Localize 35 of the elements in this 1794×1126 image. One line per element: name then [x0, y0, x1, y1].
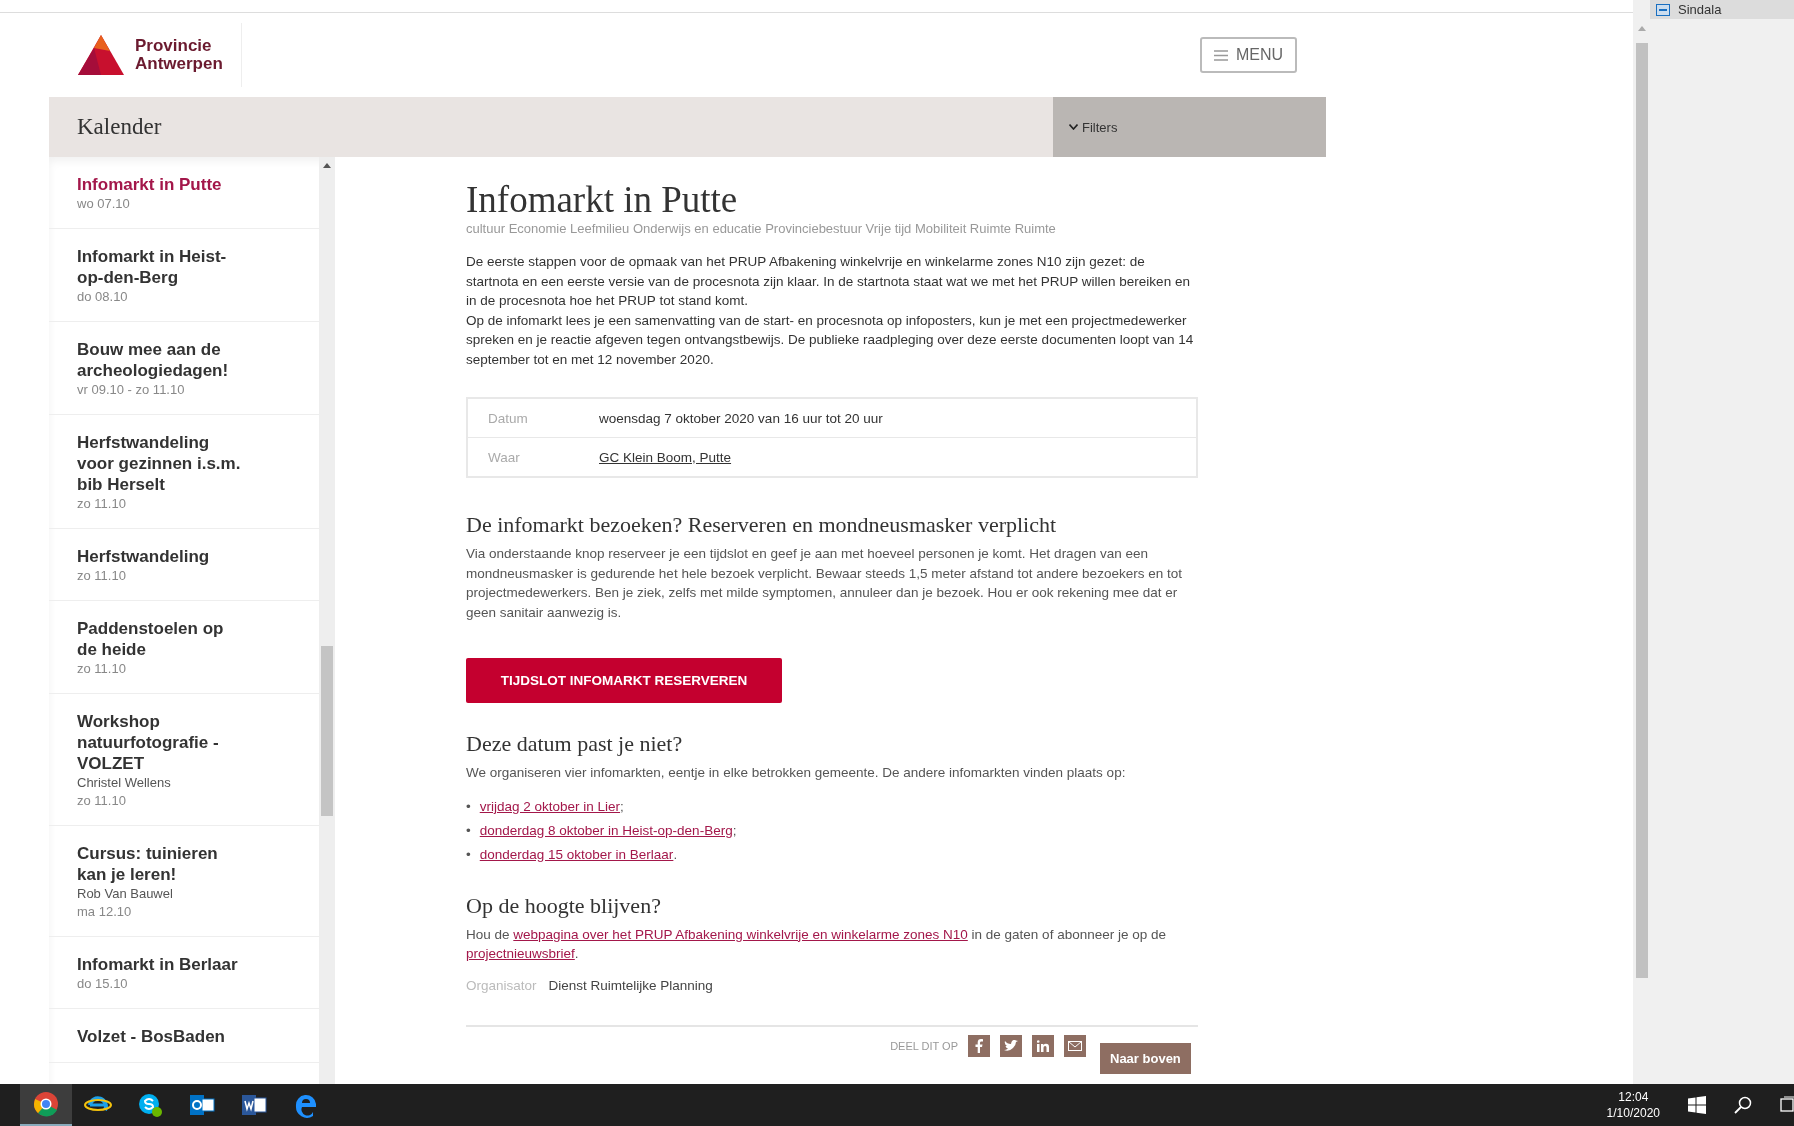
text-link[interactable]: projectnieuwsbrief — [466, 946, 575, 961]
date-link[interactable]: donderdag 15 oktober in Berlaar — [479, 842, 674, 867]
section-text: Via onderstaande knop reserveer je een tijdslot en geef je aan met hoeveel personen je komt. Het dragen van een mondneusmasker is gedurende het hele bezoek verplicht. Bewaar steeds 1,5 meter afstand tot andere bezoekers en tot projectmedewerkers. Ben je ziek, zelfs met milde symptomen, annuleer dan je bezoek. Hou er ook rekening mee dat er geen sanitair aanwezig is. — [466, 545, 1183, 622]
punctuation: . — [673, 845, 678, 864]
location-link[interactable]: GC Klein Boom, Putte — [599, 449, 732, 465]
organizer-label: Organisator — [466, 977, 537, 993]
detail-label: Waar — [487, 449, 521, 465]
section-heading: De infomarkt bezoeken? Reserveren en mondneusmasker verplicht — [466, 512, 1058, 538]
menu-button[interactable]: MENU — [1199, 37, 1297, 73]
logo-text: Provincie Antwerpen — [135, 37, 223, 73]
side-panel-item[interactable]: Sindala — [1650, 0, 1794, 19]
punctuation: ; — [620, 797, 624, 816]
share-label: DEEL DIT OP — [890, 1039, 958, 1052]
reserve-button[interactable]: TIJDSLOT INFOMARKT RESERVEREN — [466, 658, 782, 703]
bullet: • — [466, 797, 471, 816]
date-link[interactable]: donderdag 8 oktober in Heist-op-den-Berg — [479, 818, 733, 843]
organizer-value: Dienst Ruimtelijke Planning — [548, 977, 713, 993]
section-heading: Op de hoogte blijven? — [466, 892, 662, 919]
text-link[interactable]: webpagina over het PRUP Afbakening winkelvrije en winkelarme zones N10 — [513, 926, 968, 942]
filters-button[interactable]: Filters — [1053, 97, 1326, 157]
clock[interactable]: 12:04 1/10/2020 — [1606, 1089, 1660, 1121]
section-text: We organiseren vier infomarkten, eentje in elke betrokken gemeente. De andere infomarkten vinden plaats op: — [466, 764, 1127, 782]
section-heading: Deze datum past je niet? — [466, 731, 684, 757]
bullet: • — [466, 821, 471, 840]
calendar-title: Kalender — [77, 114, 162, 140]
detail-label: Datum — [487, 410, 529, 426]
intro-paragraph: Op de infomarkt lees je een samenvatting van de start- en procesnota op infoposters, kun je met een projectmedewerker spreken en je reactie afgeven tegen ontvangstbewijs. De publieke raadpleging over deze eerste documenten loopt van 14 september tot en met 12 november 2020. — [466, 311, 1195, 369]
punctuation: ; — [732, 821, 737, 840]
back-to-top-button[interactable]: Naar boven — [1100, 1043, 1191, 1074]
detail-value: woensdag 7 oktober 2020 van 16 uur tot 20 uur — [599, 410, 883, 426]
bullet: • — [466, 845, 471, 864]
event-tags: cultuur Economie Leefmilieu Onderwijs en educatie Provinciebestuur Vrije tijd Mobiliteit Ruimte Ruimte — [466, 221, 1198, 236]
intro-paragraph: De eerste stappen voor de opmaak van het PRUP Afbakening winkelvrije en winkelarme zones N10 zijn gezet: de startnota en een eerste versie van de procesnota zijn klaar. In de startnota staat wat we met het PRUP willen bereiken en in de procesnota hoe het PRUP tot stand komt. — [466, 253, 1191, 310]
section-text: Hou de webpagina over het PRUP Afbakening winkelvrije en winkelarme zones N10 in de gaten of abonneer je op de projectnieuwsbrief. — [466, 925, 1167, 963]
event-title: Infomarkt in Putte — [466, 179, 739, 221]
